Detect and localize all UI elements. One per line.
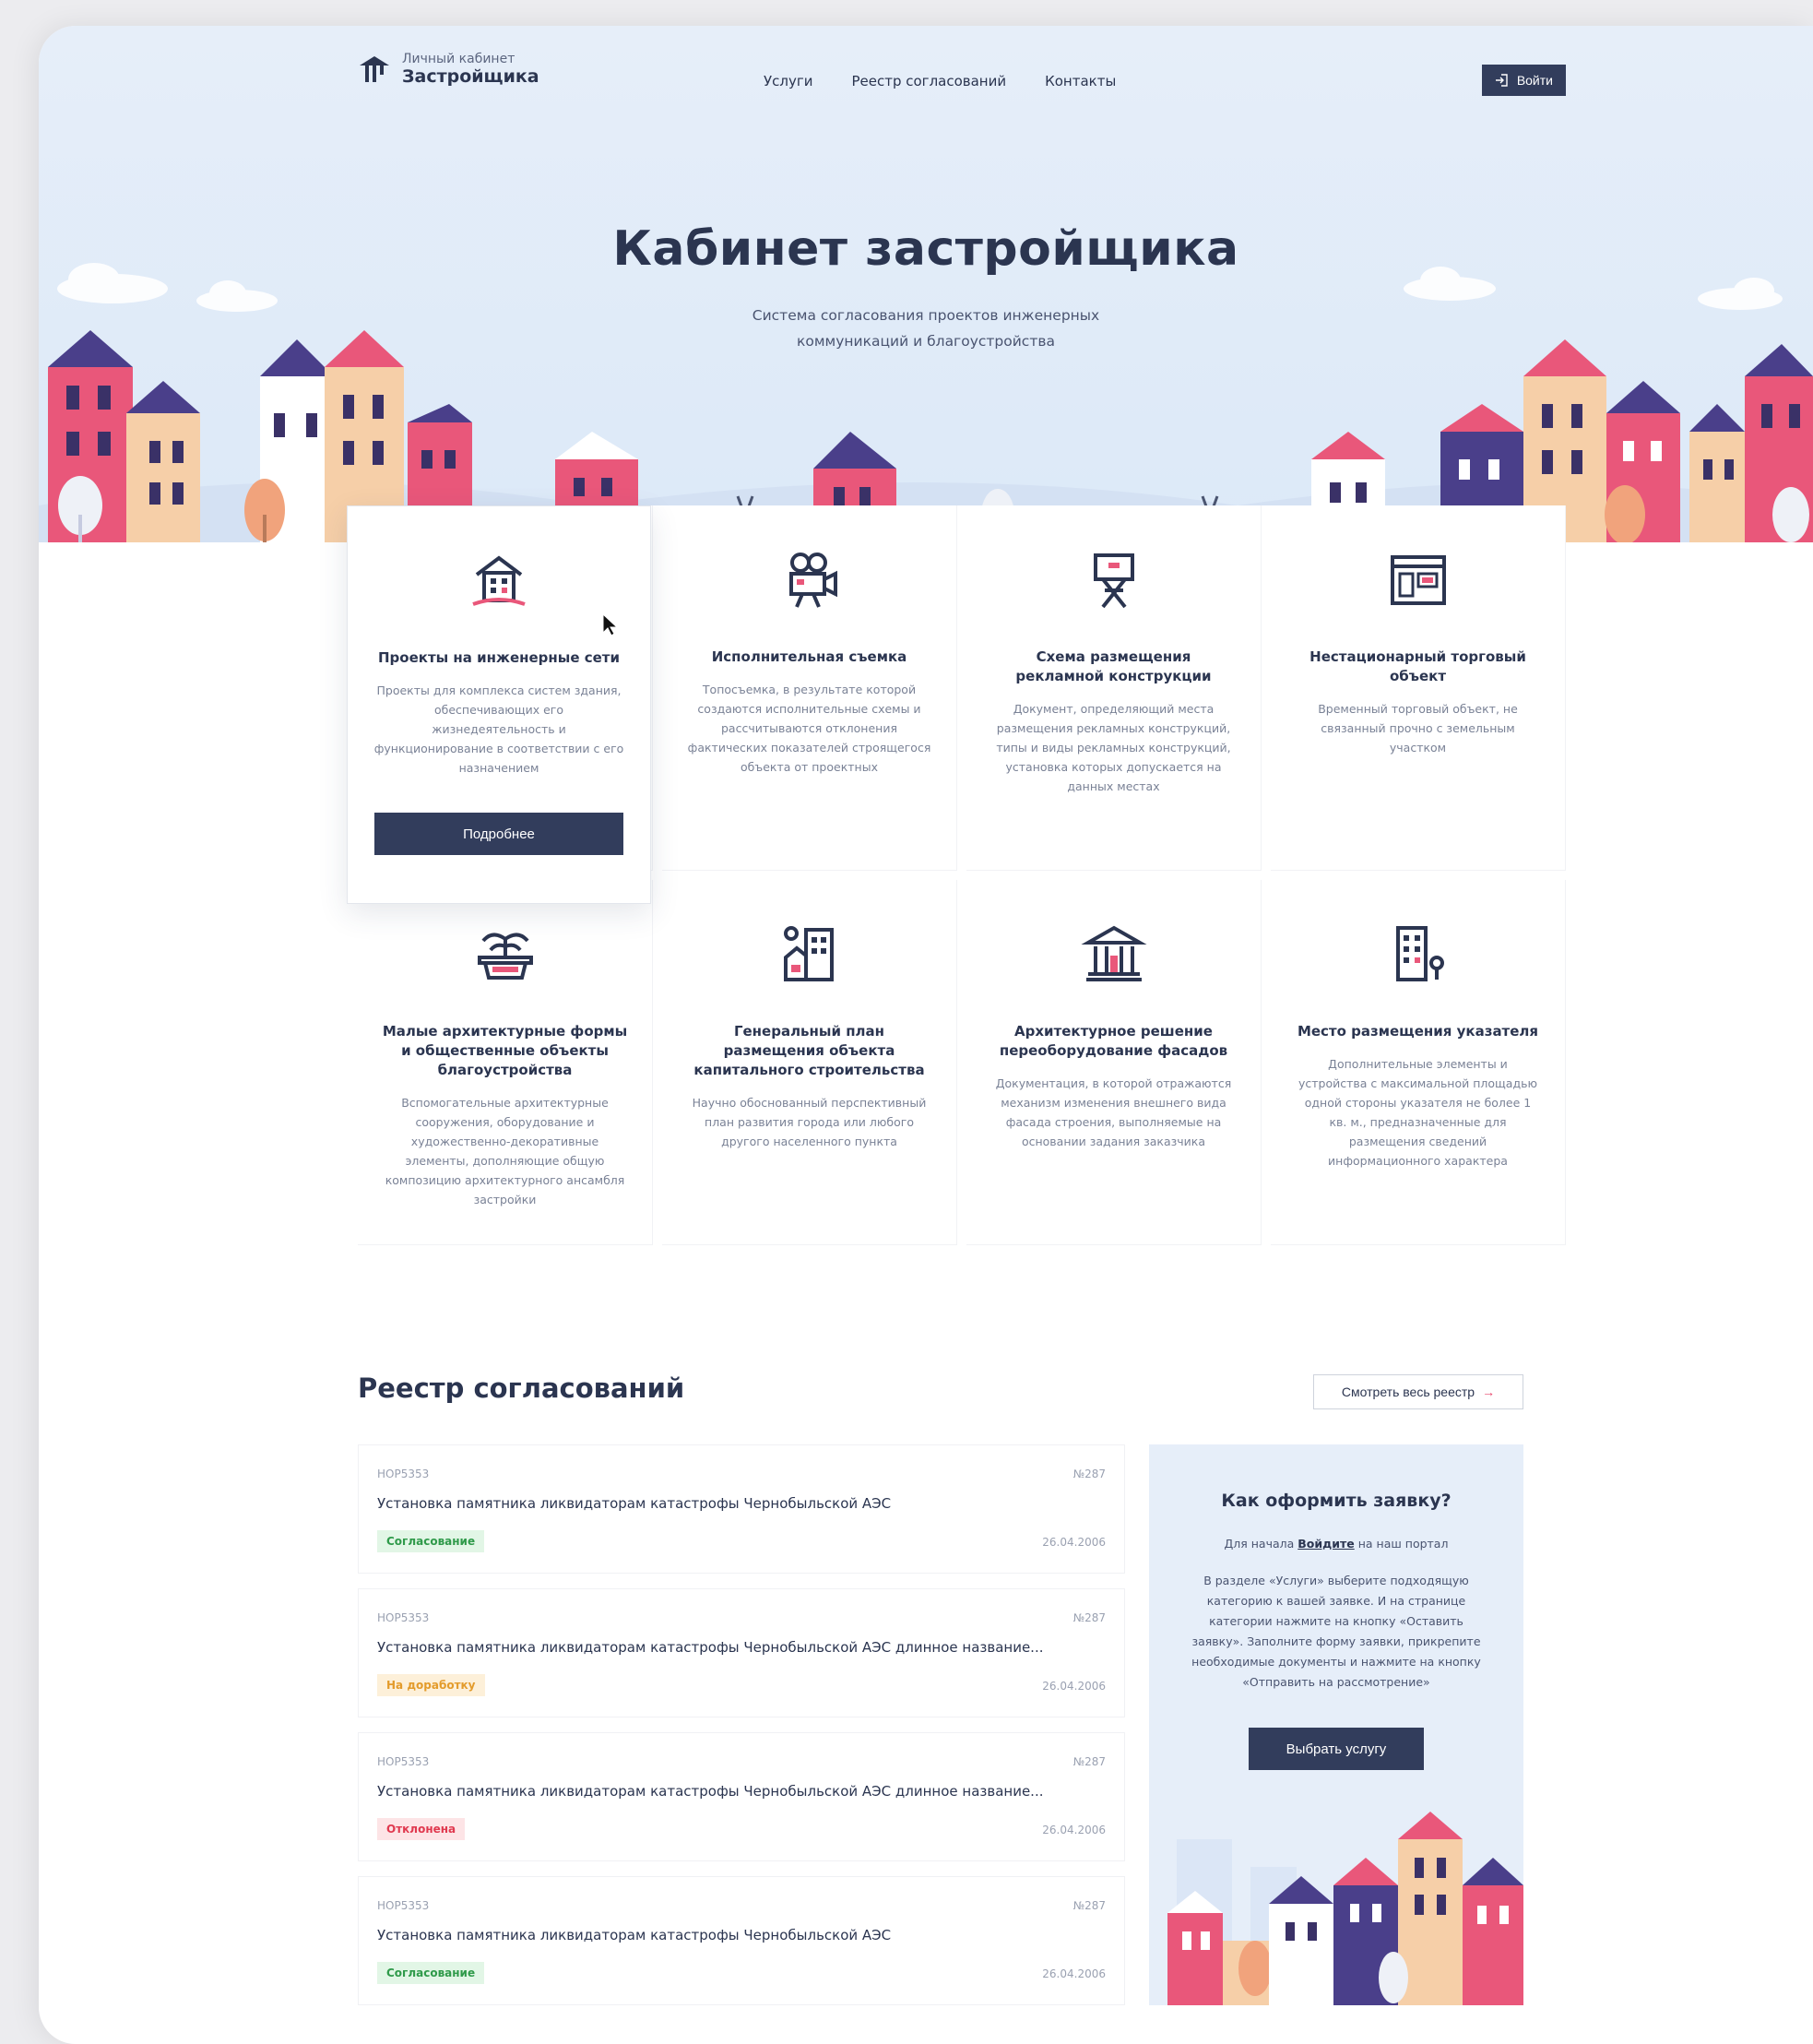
how-to-intro-suffix: на наш портал bbox=[1357, 1537, 1449, 1551]
registry-item-title: Установка памятника ликвидаторам катастр… bbox=[377, 1783, 1044, 1800]
registry-code: НОР5353 bbox=[377, 1468, 430, 1480]
service-card-survey[interactable]: Исполнительная съемка Топосъемка, в резу… bbox=[662, 505, 957, 871]
service-card-small-forms[interactable]: Малые архитектурные формы и общественные… bbox=[358, 880, 653, 1245]
registry-list: НОР5353 №287 Установка памятника ликвида… bbox=[358, 1444, 1125, 2020]
service-desc: Научно обоснованный перспективный план р… bbox=[692, 1096, 927, 1148]
service-name: Проекты на инженерные сети bbox=[378, 649, 620, 666]
registry-number: №287 bbox=[1072, 1468, 1106, 1480]
registry-title: Реестр согласований bbox=[358, 1373, 685, 1404]
view-all-registry-button[interactable]: Смотреть весь реестр → bbox=[1313, 1374, 1523, 1409]
login-label: Войти bbox=[1516, 73, 1553, 88]
arrow-right-icon: → bbox=[1482, 1384, 1496, 1399]
houses-illustration bbox=[1167, 1812, 1523, 2005]
fountain-icon bbox=[477, 933, 533, 980]
page-subtitle: Система согласования проектов инженерных… bbox=[752, 307, 1100, 350]
logo[interactable]: Личный кабинет Застройщика bbox=[358, 52, 539, 87]
registry-row[interactable]: НОР5353 №287 Установка памятника ликвида… bbox=[358, 1444, 1125, 1574]
service-card-advertising[interactable]: Схема размещения рекламной конструкции Д… bbox=[966, 505, 1262, 871]
service-card-master-plan[interactable]: Генеральный план размещения объекта капи… bbox=[662, 880, 957, 1245]
registry-date: 26.04.2006 bbox=[1042, 1967, 1106, 1980]
how-to-title: Как оформить заявку? bbox=[1221, 1491, 1452, 1511]
status-badge: Отклонена bbox=[377, 1818, 466, 1840]
building-icon bbox=[472, 555, 526, 606]
registry-number: №287 bbox=[1072, 1755, 1106, 1768]
sign-location-icon bbox=[1395, 926, 1444, 981]
view-all-label: Смотреть весь реестр bbox=[1341, 1384, 1475, 1399]
registry-row[interactable]: НОР5353 №287 Установка памятника ликвида… bbox=[358, 1876, 1125, 2005]
service-card-sign[interactable]: Место размещения указателя Дополнительны… bbox=[1271, 880, 1566, 1245]
status-badge: Согласование bbox=[377, 1530, 485, 1552]
status-badge: На доработку bbox=[377, 1674, 485, 1696]
nav-item-services[interactable]: Услуги bbox=[764, 73, 812, 89]
service-desc: Документация, в которой отражаются механ… bbox=[995, 1076, 1232, 1148]
registry-item-title: Установка памятника ликвидаторам катастр… bbox=[377, 1927, 892, 1943]
columns-building-icon bbox=[1080, 925, 1147, 981]
registry-code: НОР5353 bbox=[377, 1899, 430, 1912]
how-to-intro: Для начала Войдите на наш портал bbox=[1149, 1537, 1523, 1551]
registry-item-title: Установка памятника ликвидаторам катастр… bbox=[377, 1639, 1044, 1656]
logo-subtitle: Личный кабинет bbox=[402, 52, 515, 66]
registry-number: №287 bbox=[1072, 1611, 1106, 1624]
registry-number: №287 bbox=[1072, 1899, 1106, 1912]
billboard-icon bbox=[1093, 553, 1134, 609]
logo-title: Застройщика bbox=[402, 66, 539, 87]
registry-row[interactable]: НОР5353 №287 Установка памятника ликвида… bbox=[358, 1588, 1125, 1717]
mouse-cursor-icon bbox=[602, 612, 619, 636]
service-card-engineering-networks[interactable]: Проекты на инженерные сети Проекты для к… bbox=[347, 505, 653, 904]
service-name: Схема размещения рекламной конструкции bbox=[1015, 648, 1212, 684]
registry-date: 26.04.2006 bbox=[1042, 1680, 1106, 1693]
page-frame: Личный кабинет Застройщика Услуги Реестр… bbox=[39, 26, 1813, 2044]
nav-item-registry[interactable]: Реестр согласований bbox=[851, 73, 1006, 89]
registry-date: 26.04.2006 bbox=[1042, 1536, 1106, 1549]
status-badge: Согласование bbox=[377, 1962, 485, 1984]
nav-item-contacts[interactable]: Контакты bbox=[1045, 73, 1116, 89]
how-to-steps: В разделе «Услуги» выберите подходящую к… bbox=[1191, 1574, 1481, 1689]
service-name: Генеральный план размещения объекта капи… bbox=[693, 1023, 925, 1078]
choose-service-button[interactable]: Выбрать услугу bbox=[1249, 1728, 1424, 1770]
registry-date: 26.04.2006 bbox=[1042, 1824, 1106, 1836]
registry-item-title: Установка памятника ликвидаторам катастр… bbox=[377, 1495, 892, 1512]
login-button[interactable]: Войти bbox=[1481, 65, 1566, 96]
service-card-active[interactable]: Проекты на инженерные сети Проекты для к… bbox=[347, 505, 651, 904]
service-desc: Топосъемка, в результате которой создают… bbox=[687, 683, 931, 774]
service-name: Нестационарный торговый объект bbox=[1309, 648, 1526, 684]
service-card-kiosk[interactable]: Нестационарный торговый объект Временный… bbox=[1271, 505, 1566, 871]
details-button[interactable]: Подробнее bbox=[374, 813, 623, 855]
top-navigation: Личный кабинет Застройщика Услуги Реестр… bbox=[358, 52, 1566, 107]
service-name: Исполнительная съемка bbox=[711, 648, 907, 665]
city-plan-icon bbox=[783, 926, 834, 981]
login-link[interactable]: Войдите bbox=[1298, 1537, 1354, 1551]
service-card-facades[interactable]: Архитектурное решение переоборудование ф… bbox=[966, 880, 1262, 1245]
registry-code: НОР5353 bbox=[377, 1755, 430, 1768]
service-desc: Дополнительные элементы и устройства с м… bbox=[1298, 1057, 1538, 1168]
service-desc: Проекты для комплекса систем здания, обе… bbox=[373, 683, 624, 775]
logo-icon bbox=[360, 56, 389, 82]
services-grid: Проекты на инженерные сети Проекты для к… bbox=[347, 505, 1566, 1253]
page-title: Кабинет застройщика bbox=[612, 221, 1239, 277]
service-desc: Документ, определяющий места размещения … bbox=[996, 702, 1231, 793]
registry-code: НОР5353 bbox=[377, 1611, 430, 1624]
how-to-intro-prefix: Для начала bbox=[1224, 1537, 1295, 1551]
service-name: Архитектурное решение переоборудование ф… bbox=[999, 1023, 1228, 1059]
how-to-apply-panel: Как оформить заявку? Для начала Войдите … bbox=[1149, 1444, 1523, 2005]
kiosk-icon bbox=[1390, 555, 1446, 605]
main-nav: Услуги Реестр согласований Контакты bbox=[764, 73, 1116, 89]
service-desc: Вспомогательные архитектурные сооружения… bbox=[385, 1096, 625, 1206]
login-icon bbox=[1495, 74, 1508, 87]
service-desc: Временный торговый объект, не связанный … bbox=[1318, 702, 1518, 755]
video-camera-icon bbox=[788, 553, 837, 608]
service-name: Место размещения указателя bbox=[1297, 1023, 1539, 1040]
registry-row[interactable]: НОР5353 №287 Установка памятника ликвида… bbox=[358, 1732, 1125, 1861]
service-name: Малые архитектурные формы и общественные… bbox=[382, 1023, 628, 1078]
